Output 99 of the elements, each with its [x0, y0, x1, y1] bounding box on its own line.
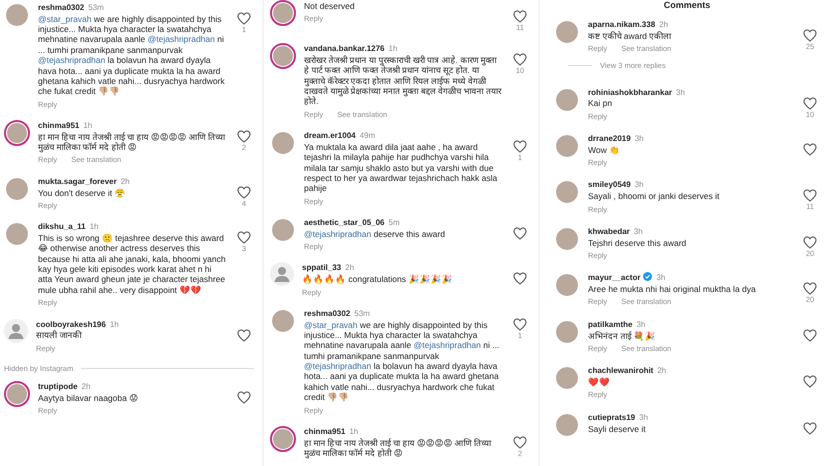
- comment-text: अभिनंदन ताई 💐🎉: [588, 330, 657, 341]
- avatar-photo[interactable]: [4, 381, 30, 408]
- comment-text: Aaytya bilavar naagoba 😟: [38, 392, 140, 404]
- mention-link[interactable]: @tejashripradhan: [414, 340, 481, 350]
- heart-icon[interactable]: [803, 375, 817, 388]
- mention-link[interactable]: @star_pravah: [38, 14, 92, 24]
- comment-text: This is so wrong 🙁 tejashree deserve this award😂 otherwise another actress deserves this because hi atta ali ahe janaki, kala, bhoomi yanch kay hya gele kiti episodes work karat ahet n hi atta Yeun award gheun jate je character tejashree mule ubha rahil ahe.. very disappoint 💔💔: [38, 233, 226, 296]
- comment-text: Ya muktala ka award dila jaat aahe , ha award tejashri la milayla pahije har pudhchya varshi hila milala tar samju shaklo asto but ya varshi with due respect to her ya awardwar tejashrichach hakk asla pahije: [304, 142, 498, 194]
- username[interactable]: coolboyrakesh196: [36, 320, 106, 329]
- mention-link[interactable]: @tejashripradhan: [38, 55, 106, 66]
- comment-text: You don't deserve it 😤: [38, 188, 126, 198]
- username[interactable]: chachlewanirohit: [588, 366, 654, 376]
- comment-time: 3h: [636, 320, 646, 329]
- username[interactable]: chinma951: [38, 120, 80, 130]
- heart-icon[interactable]: [513, 53, 527, 66]
- heart-icon[interactable]: [237, 231, 251, 244]
- mention-link[interactable]: @star_pravah: [304, 320, 358, 330]
- heart-icon[interactable]: [237, 186, 251, 199]
- comment-time: 2h: [657, 366, 666, 376]
- username[interactable]: chinma951: [304, 426, 346, 436]
- comment-time: 1h: [388, 44, 398, 54]
- heart-icon[interactable]: [513, 226, 527, 240]
- username[interactable]: reshma0302: [304, 308, 350, 318]
- mention-link[interactable]: @tejashripradhan: [304, 361, 372, 372]
- username[interactable]: reshma0302: [38, 3, 84, 12]
- heart-icon[interactable]: [803, 28, 817, 42]
- comment-text: Sayli deserve it: [588, 424, 647, 434]
- comment-time: 1h: [349, 426, 358, 436]
- username[interactable]: dikshu_a_11: [38, 222, 86, 232]
- comment-text: हा मान हिचा नाय तेजश्री ताई चा हाय 😡😡😡😡 आणि तिच्या मुळंच मालिका फॉर्म मदे होती 😡: [304, 438, 492, 458]
- comment-time: 1h: [90, 222, 98, 232]
- comment-time: 53m: [354, 308, 370, 318]
- comment-text: Not deserved: [304, 1, 356, 12]
- comment-text: खरोखर तेजश्री प्रधान या पुरस्काराची खरी पात्र आहे. कारण मुक्ता हे पार्ट फक्त आणि फक्त तेजश्री प्रधान यांनाच सूट होत. या मुक्ताचे कॅरेक्टर एकदा होतात आणि रियल लाईफ मध्ये वेगळी दाखवते यामुळे प्रेक्षकांच्या मनात मुक्ता बद्दल वेगळीच भावना तयार होते.: [304, 54, 502, 107]
- heart-icon[interactable]: [803, 142, 817, 156]
- comment-time: 3h: [676, 88, 685, 96]
- username[interactable]: aparna.nikam.338: [588, 20, 656, 29]
- username[interactable]: smiley0549: [588, 180, 631, 190]
- heart-icon[interactable]: [803, 282, 817, 296]
- comment-text: Wow 👏: [588, 144, 622, 156]
- comment-text: Kai pn: [588, 98, 614, 109]
- comment-time: 2h: [82, 382, 90, 392]
- comment-text: Aree he mukta nhi hai original muktha la dya: [588, 284, 757, 294]
- heart-icon[interactable]: [513, 10, 527, 23]
- comment-text: 🔥🔥🔥🔥 congratulations 🎉🎉🎉🎉: [302, 274, 454, 285]
- comment-time: 53m: [88, 3, 104, 12]
- comment-text: कष्ट एकीचे award एकीला: [588, 30, 672, 41]
- username[interactable]: mukta.sagar_forever: [38, 176, 117, 186]
- comment-time: 3h: [634, 180, 644, 190]
- comment-time: 5m: [388, 218, 400, 227]
- heart-icon[interactable]: [803, 236, 817, 249]
- comment-time: 1h: [83, 120, 92, 130]
- heart-icon[interactable]: [803, 328, 817, 342]
- mention-link[interactable]: @tejashripradhan: [304, 228, 372, 239]
- comment-text: सायली जानकी: [36, 330, 83, 341]
- avatar-photo[interactable]: [270, 0, 296, 26]
- username[interactable]: drrane2019: [588, 134, 631, 143]
- heart-icon[interactable]: [513, 140, 527, 154]
- panel-title: Comments: [662, 1, 712, 11]
- comment-time: 2h: [345, 263, 354, 272]
- username[interactable]: patilkamthe: [588, 320, 632, 329]
- username[interactable]: cutieprats19: [588, 412, 636, 422]
- comment-text: @star_pravah we are highly disappointed by this injustice... Mukta hya character la swatahchya mehnatine navarupala aanle @tejashripradhan ni ... tumhi pramanikpane sanmanpurvak @tejashripradhan la bolavun ha award dyayla hava hota... aani ya duplicate mukta la ha award ghetana kahich vatle nahi... dusryachya hardwork che fukat credit 👎🏼👎🏼: [38, 14, 226, 97]
- heart-icon[interactable]: [237, 12, 251, 25]
- heart-icon[interactable]: [803, 422, 817, 435]
- heart-icon[interactable]: [513, 272, 527, 286]
- username[interactable]: mayur__actor: [588, 273, 640, 282]
- comment-time: 2h: [659, 20, 668, 29]
- mention-link[interactable]: @tejashripradhan: [148, 34, 215, 44]
- comment-text: @tejashripradhan deserve this award: [304, 228, 446, 240]
- heart-icon[interactable]: [513, 436, 527, 449]
- username[interactable]: sppatil_33: [302, 263, 342, 272]
- avatar-photo[interactable]: [270, 43, 296, 70]
- comment-text: हा मान हिचा नाय तेजश्री ताई चा हाय 😡😡😡😡 आणि तिच्या मुळंच मालिका फॉर्म मदे होती 😡: [38, 132, 226, 152]
- avatar-photo[interactable]: [4, 120, 30, 146]
- heart-icon[interactable]: [803, 189, 817, 202]
- comment-text: ❤❤: [588, 377, 611, 388]
- username[interactable]: aesthetic_star_05_06: [304, 218, 385, 227]
- heart-icon[interactable]: [513, 318, 527, 331]
- heart-icon[interactable]: [237, 328, 251, 342]
- avatar-photo[interactable]: [270, 426, 296, 452]
- comment-text: Sayali , bhoomi or janki deserves it: [588, 191, 720, 202]
- comment-time: 3h: [634, 134, 644, 143]
- comment-time: 3h: [634, 226, 643, 236]
- comment-text: Tejshri deserve this award: [588, 238, 688, 248]
- username[interactable]: khwabedar: [588, 226, 630, 236]
- comment-time: 49m: [360, 131, 376, 140]
- comment-time: 1h: [110, 320, 119, 329]
- username[interactable]: dream.er1004: [304, 131, 356, 140]
- username[interactable]: truptipode: [38, 382, 78, 392]
- comment-time: 3h: [656, 273, 666, 282]
- comment-text: @star_pravah we are highly disappointed by this injustice... Mukta hya character la swatahchya mehnatine navarupala aanle @tejashripradhan ni ... tumhi pramanikpane sanmanpurvak @tejashripradhan la bolavun ha award dyayla hava hota... aani ya duplicate mukta la ha award ghetana kahich vatle nahi... dusryachya hardwork che fukat credit 👎🏼👎🏼: [304, 320, 500, 403]
- heart-icon[interactable]: [237, 391, 251, 404]
- username[interactable]: rohiniashokbharankar: [588, 88, 672, 96]
- heart-icon[interactable]: [803, 96, 817, 110]
- comment-time: 2h: [120, 176, 130, 186]
- username[interactable]: vandana.bankar.1276: [304, 44, 384, 54]
- heart-icon[interactable]: [237, 130, 251, 143]
- comment-time: 3h: [639, 412, 648, 422]
